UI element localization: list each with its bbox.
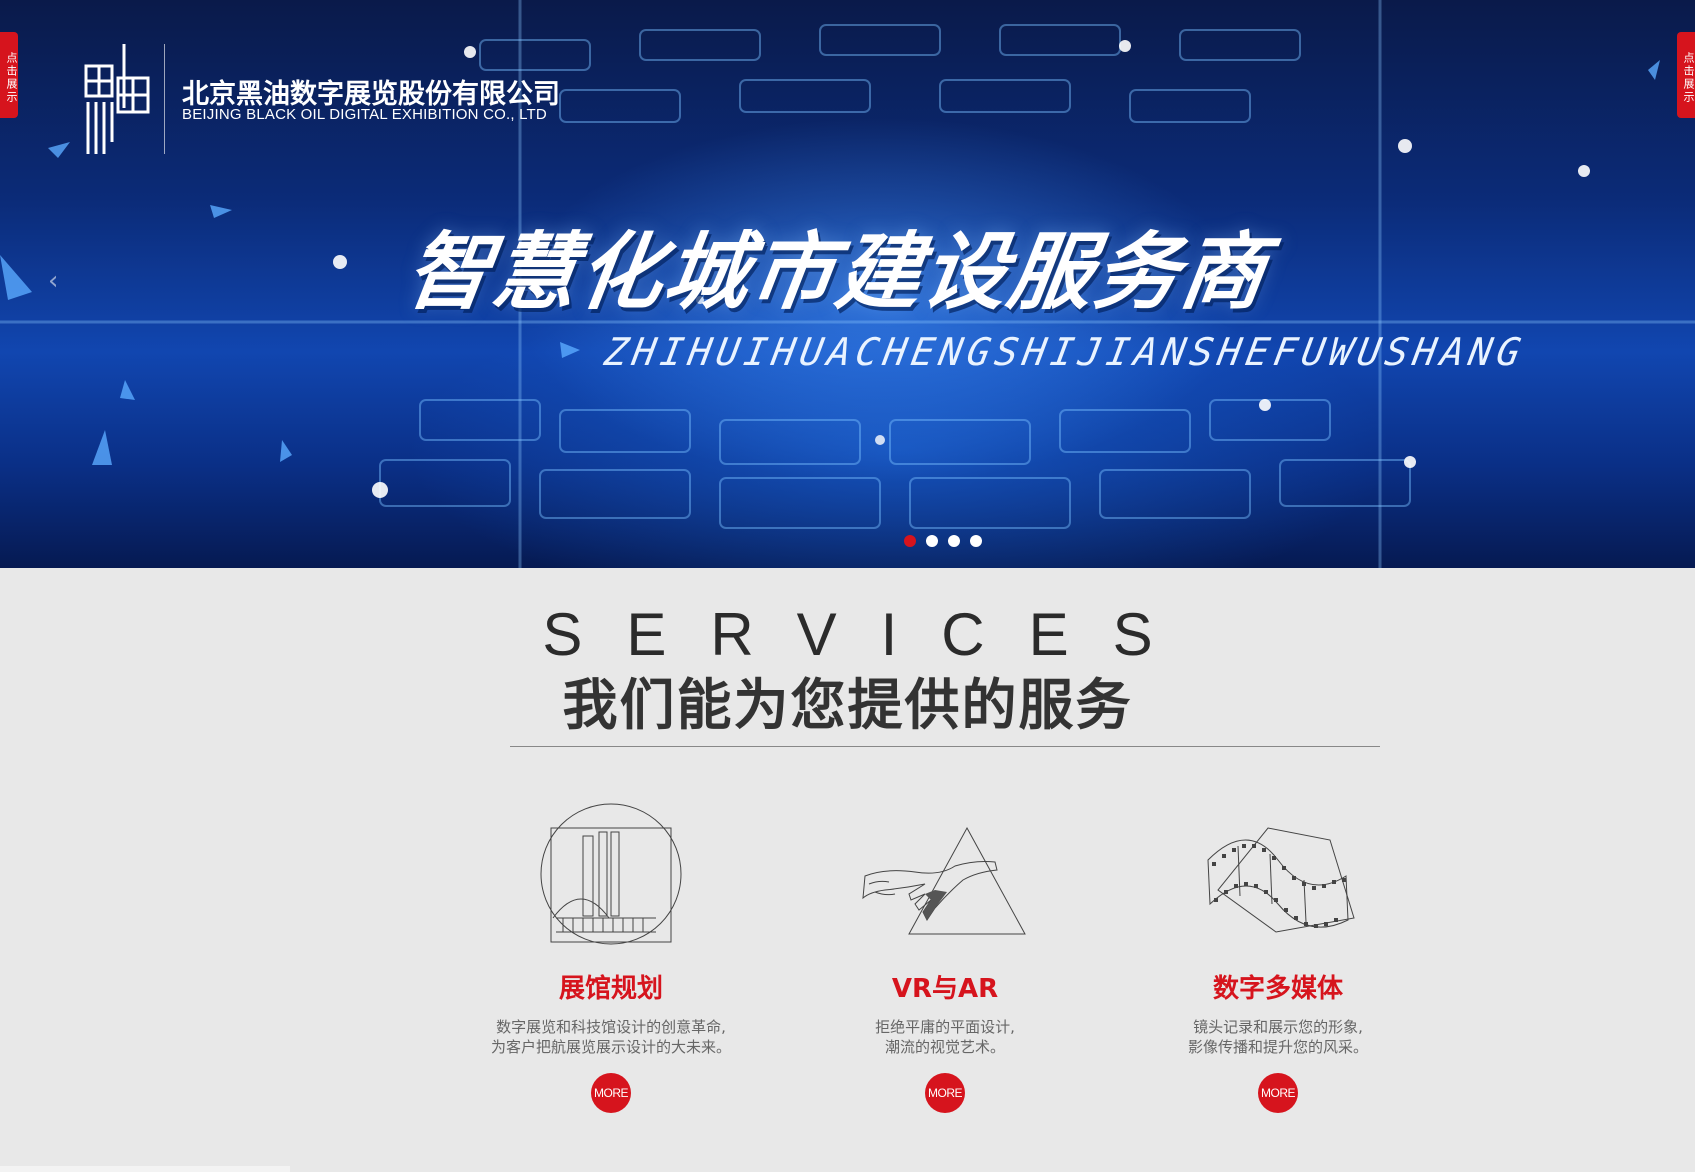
services-title-cn: 我们能为您提供的服务 [562,673,1133,737]
logo-mark-icon [84,44,150,154]
logo-divider [164,44,165,154]
service-desc: 拒绝平庸的平面设计, 潮流的视觉艺术。 [785,1017,1105,1057]
film-strip-icon [1207,827,1355,933]
service-desc: 镜头记录和展示您的形象, 影像传播和提升您的风采。 [1118,1017,1438,1057]
slider-dot-3[interactable] [948,535,960,547]
hand-triangle-icon [862,826,1026,935]
slider-prev-arrow[interactable]: ‹ [48,266,58,296]
services-divider [510,746,1380,747]
service-desc-line1: 镜头记录和展示您的形象, [1193,1018,1363,1036]
service-desc-line1: 拒绝平庸的平面设计, [875,1018,1015,1036]
service-name: 展馆规划 [558,974,663,1004]
exhibition-hall-icon [540,803,682,945]
company-name-en: BEIJING BLACK OIL DIGITAL EXHIBITION CO.… [182,106,547,123]
service-card-vr-ar: VR与AR 拒绝平庸的平面设计, 潮流的视觉艺术。 MORE [785,800,1105,1113]
more-button[interactable]: MORE [1258,1073,1298,1113]
company-logo[interactable]: 北京黑油数字展览股份有限公司 BEIJING BLACK OIL DIGITAL… [82,42,562,158]
more-button[interactable]: MORE [591,1073,631,1113]
more-button[interactable]: MORE [925,1073,965,1113]
slider-dots [904,535,982,547]
service-name: VR与AR [891,974,999,1004]
footer-edge [0,1166,290,1172]
banner-pinyin: ZHIHUIHUACHENGSHIJIANSHEFUWUSHANG [601,330,1529,374]
service-card-multimedia: 数字多媒体 镜头记录和展示您的形象, 影像传播和提升您的风采。 MORE [1118,800,1438,1113]
service-desc-line2: 影像传播和提升您的风采。 [1187,1038,1368,1056]
slider-dot-1[interactable] [904,535,916,547]
banner-headline: 智慧化城市建设服务商 [400,223,1274,321]
service-desc-line2: 为客户把航展览展示设计的大未来。 [490,1038,731,1056]
service-desc-line2: 潮流的视觉艺术。 [884,1038,1005,1056]
service-name: 数字多媒体 [1212,974,1343,1004]
service-desc-line1: 数字展览和科技馆设计的创意革命, [496,1018,726,1036]
hero-banner: 点击展示 点击展示 北京黑油数字展览股份有限公司 BEIJING BLACK O… [0,0,1695,568]
side-tab-left[interactable]: 点击展示 [0,32,18,118]
services-title-en: SERVICES [542,601,1197,668]
slider-dot-2[interactable] [926,535,938,547]
side-tab-right[interactable]: 点击展示 [1677,32,1695,118]
service-card-exhibition: 展馆规划 数字展览和科技馆设计的创意革命, 为客户把航展览展示设计的大未来。 M… [451,800,771,1113]
slider-dot-4[interactable] [970,535,982,547]
service-desc: 数字展览和科技馆设计的创意革命, 为客户把航展览展示设计的大未来。 [451,1017,771,1057]
